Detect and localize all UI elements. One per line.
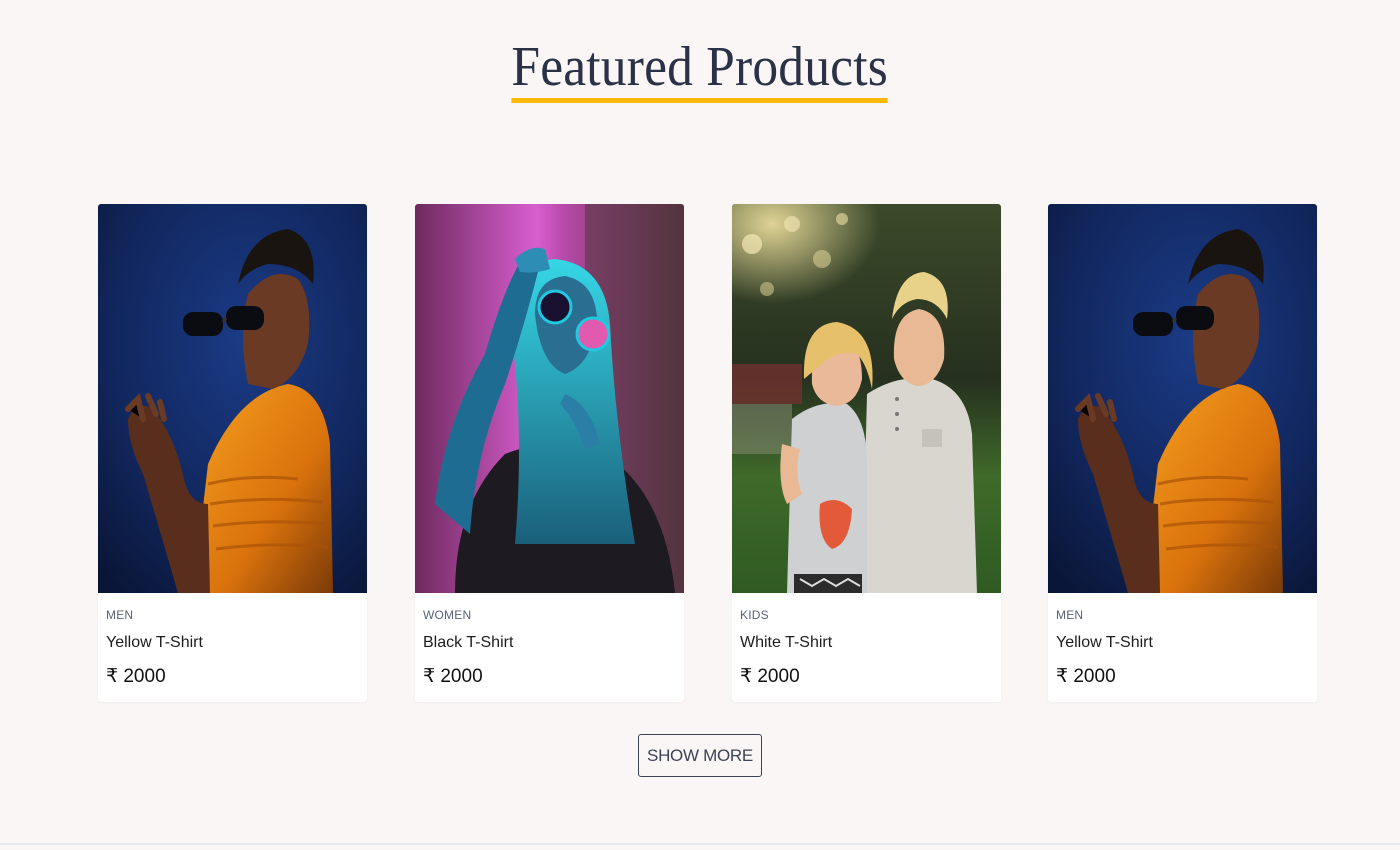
product-price: ₹ 2000 [106, 666, 166, 687]
featured-products-section: Featured Products MEN Yellow T-Shirt ₹ 2… [0, 0, 1400, 850]
product-photo [732, 204, 1001, 593]
product-photo [98, 204, 367, 593]
product-price: ₹ 2000 [1056, 666, 1116, 687]
product-category: MEN [1056, 608, 1084, 622]
product-card[interactable]: MEN Yellow T-Shirt ₹ 2000 [98, 204, 367, 702]
product-name[interactable]: Yellow T-Shirt [1056, 633, 1309, 653]
product-info: WOMEN Black T-Shirt ₹ 2000 [415, 593, 684, 689]
product-card[interactable]: KIDS White T-Shirt ₹ 2000 [732, 204, 1001, 702]
product-image-man-orange-sweater[interactable] [98, 204, 367, 593]
product-price: ₹ 2000 [423, 666, 483, 687]
product-category: WOMEN [423, 608, 472, 622]
product-image-two-kids-outdoor[interactable] [732, 204, 1001, 593]
show-more-container: SHOW MORE [0, 734, 1400, 777]
product-name[interactable]: Black T-Shirt [423, 633, 676, 653]
product-name[interactable]: Yellow T-Shirt [106, 633, 359, 653]
section-title: Featured Products [511, 36, 889, 103]
product-image-man-orange-sweater[interactable] [1048, 204, 1317, 593]
section-divider [0, 843, 1400, 845]
heading-container: Featured Products [0, 36, 1400, 103]
product-name[interactable]: White T-Shirt [740, 633, 993, 653]
product-card[interactable]: MEN Yellow T-Shirt ₹ 2000 [1048, 204, 1317, 702]
product-info: MEN Yellow T-Shirt ₹ 2000 [98, 593, 367, 689]
show-more-button[interactable]: SHOW MORE [638, 734, 762, 777]
product-photo [415, 204, 684, 593]
product-image-woman-neon-sunglasses[interactable] [415, 204, 684, 593]
product-price: ₹ 2000 [740, 666, 800, 687]
product-category: MEN [106, 608, 134, 622]
product-info: KIDS White T-Shirt ₹ 2000 [732, 593, 1001, 689]
product-category: KIDS [740, 608, 769, 622]
product-photo [1048, 204, 1317, 593]
product-info: MEN Yellow T-Shirt ₹ 2000 [1048, 593, 1317, 689]
product-card[interactable]: WOMEN Black T-Shirt ₹ 2000 [415, 204, 684, 702]
product-grid: MEN Yellow T-Shirt ₹ 2000 WOMEN Black T-… [98, 204, 1318, 702]
